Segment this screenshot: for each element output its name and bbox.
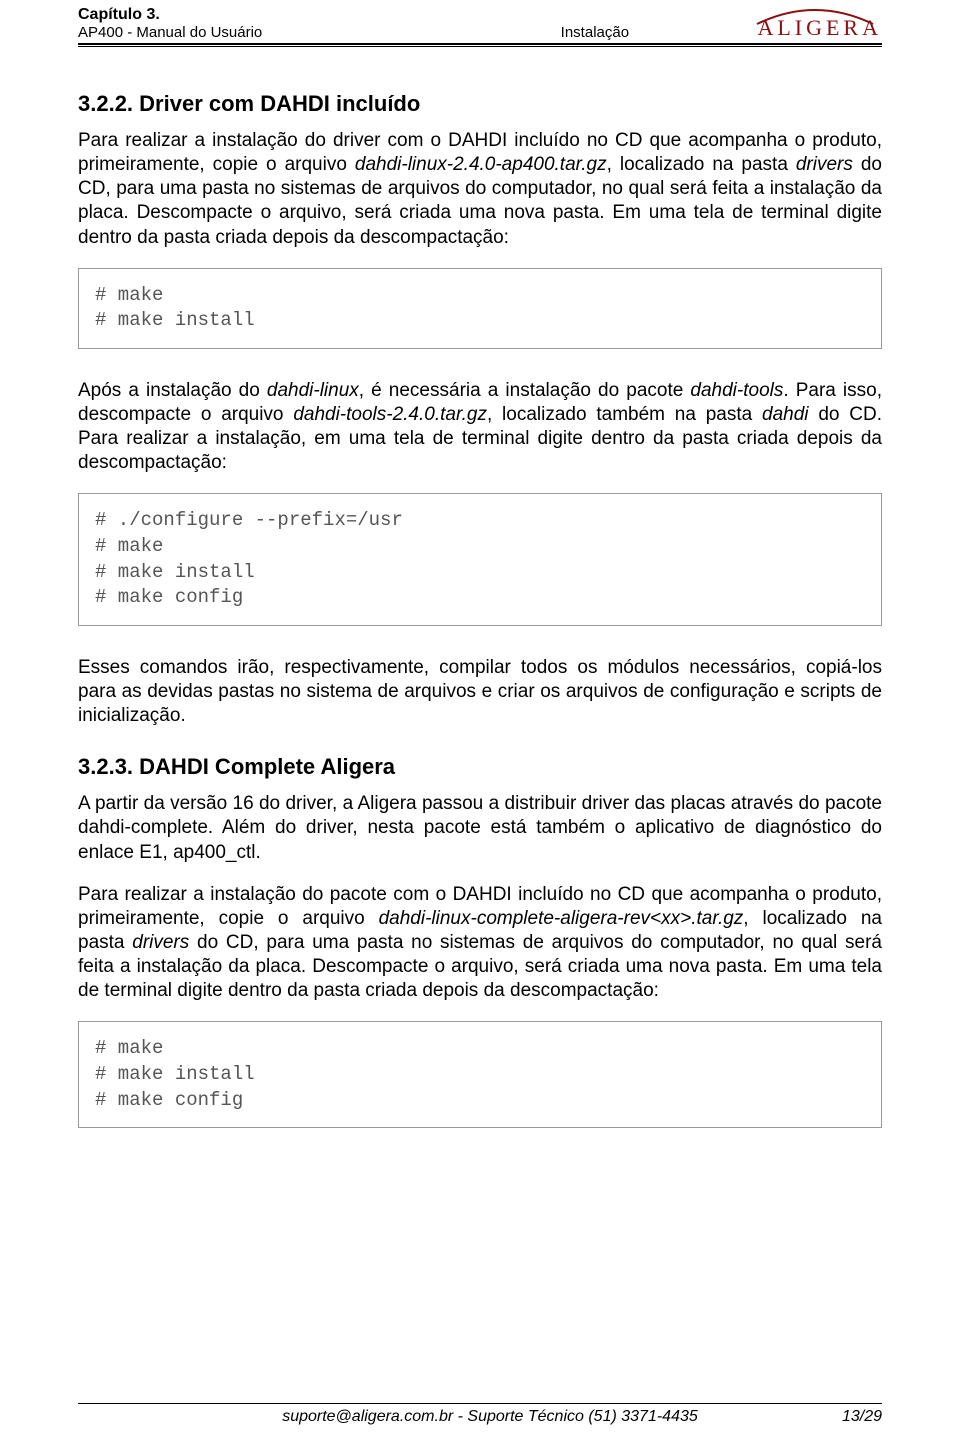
dirname: drivers bbox=[796, 154, 853, 175]
dirname: dahdi bbox=[762, 404, 809, 425]
section-3-2-2-heading: 3.2.2. Driver com DAHDI incluído bbox=[78, 91, 882, 117]
page-content: 3.2.2. Driver com DAHDI incluído Para re… bbox=[78, 47, 882, 1128]
sec1-para1: Para realizar a instalação do driver com… bbox=[78, 129, 882, 250]
brand-logo: ALIGERA bbox=[757, 15, 882, 41]
text-span: , localizado na pasta bbox=[607, 154, 796, 175]
filename: dahdi-tools-2.4.0.tar.gz bbox=[293, 404, 487, 425]
page-header: Capítulo 3. AP400 - Manual do Usuário In… bbox=[78, 0, 882, 47]
code-block-3: # make # make install # make config bbox=[78, 1021, 882, 1128]
footer-contact: suporte@aligera.com.br - Suporte Técnico… bbox=[138, 1408, 842, 1426]
code-block-2: # ./configure --prefix=/usr # make # mak… bbox=[78, 493, 882, 626]
sec1-para3: Esses comandos irão, respectivamente, co… bbox=[78, 656, 882, 728]
text-span: Após a instalação do bbox=[78, 380, 267, 401]
package-name: dahdi-tools bbox=[690, 380, 783, 401]
header-rule-thick bbox=[78, 43, 882, 45]
footer-rule bbox=[78, 1403, 882, 1404]
page-number: 13/29 bbox=[842, 1408, 882, 1426]
filename: dahdi-linux-2.4.0-ap400.tar.gz bbox=[355, 154, 607, 175]
filename: dahdi-linux-complete-aligera-rev<xx>.tar… bbox=[379, 908, 744, 929]
text-span: do CD, para uma pasta no sistemas de arq… bbox=[78, 932, 882, 1001]
manual-label: AP400 - Manual do Usuário bbox=[78, 24, 262, 41]
sec2-para1: A partir da versão 16 do driver, a Alige… bbox=[78, 792, 882, 864]
text-span: , é necessária a instalação do pacote bbox=[359, 380, 691, 401]
sec2-para2: Para realizar a instalação do pacote com… bbox=[78, 883, 882, 1004]
section-center: Instalação bbox=[432, 24, 757, 41]
brand-arc-icon bbox=[755, 4, 875, 26]
chapter-label: Capítulo 3. bbox=[78, 6, 262, 24]
code-block-1: # make # make install bbox=[78, 268, 882, 349]
text-span: , localizado também na pasta bbox=[487, 404, 762, 425]
page-footer: suporte@aligera.com.br - Suporte Técnico… bbox=[78, 1402, 882, 1426]
package-name: dahdi-linux bbox=[267, 380, 359, 401]
brand-block: ALIGERA bbox=[757, 15, 882, 41]
section-3-2-3-heading: 3.2.3. DAHDI Complete Aligera bbox=[78, 754, 882, 780]
dirname: drivers bbox=[132, 932, 189, 953]
sec1-para2: Após a instalação do dahdi-linux, é nece… bbox=[78, 379, 882, 476]
